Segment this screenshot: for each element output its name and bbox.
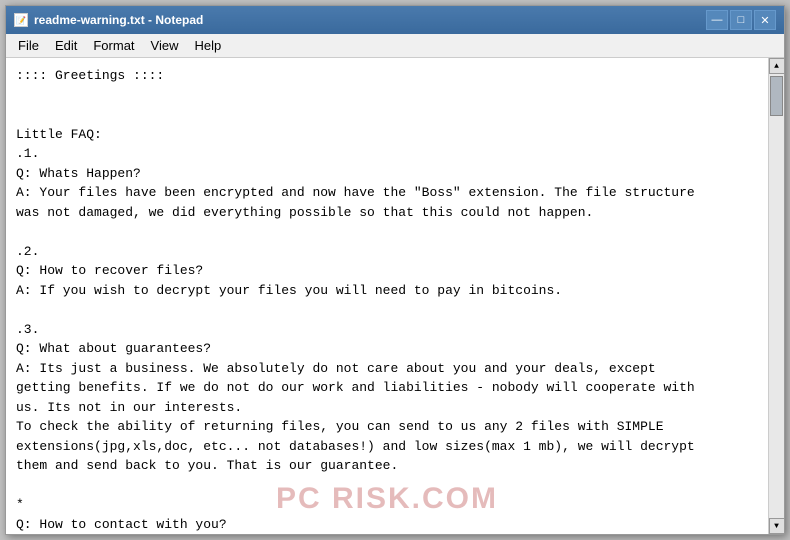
menu-edit[interactable]: Edit bbox=[47, 36, 85, 55]
scroll-track[interactable] bbox=[769, 74, 784, 518]
scroll-thumb[interactable] bbox=[770, 76, 783, 116]
title-controls: — □ ✕ bbox=[706, 10, 776, 30]
content-wrapper: :::: Greetings :::: Little FAQ: .1. Q: W… bbox=[6, 58, 768, 534]
menu-view[interactable]: View bbox=[143, 36, 187, 55]
notepad-window: 📝 readme-warning.txt - Notepad — □ ✕ Fil… bbox=[5, 5, 785, 535]
title-bar-left: 📝 readme-warning.txt - Notepad bbox=[14, 13, 203, 27]
app-icon: 📝 bbox=[14, 13, 28, 27]
maximize-button[interactable]: □ bbox=[730, 10, 752, 30]
window-title: readme-warning.txt - Notepad bbox=[34, 13, 203, 27]
text-content[interactable]: :::: Greetings :::: Little FAQ: .1. Q: W… bbox=[6, 58, 768, 534]
minimize-button[interactable]: — bbox=[706, 10, 728, 30]
menu-bar: File Edit Format View Help bbox=[6, 34, 784, 58]
menu-file[interactable]: File bbox=[10, 36, 47, 55]
menu-format[interactable]: Format bbox=[85, 36, 142, 55]
scroll-up-arrow[interactable]: ▲ bbox=[769, 58, 785, 74]
title-bar: 📝 readme-warning.txt - Notepad — □ ✕ bbox=[6, 6, 784, 34]
scroll-down-arrow[interactable]: ▼ bbox=[769, 518, 785, 534]
close-button[interactable]: ✕ bbox=[754, 10, 776, 30]
content-area: :::: Greetings :::: Little FAQ: .1. Q: W… bbox=[6, 58, 784, 534]
menu-help[interactable]: Help bbox=[186, 36, 229, 55]
scrollbar[interactable]: ▲ ▼ bbox=[768, 58, 784, 534]
